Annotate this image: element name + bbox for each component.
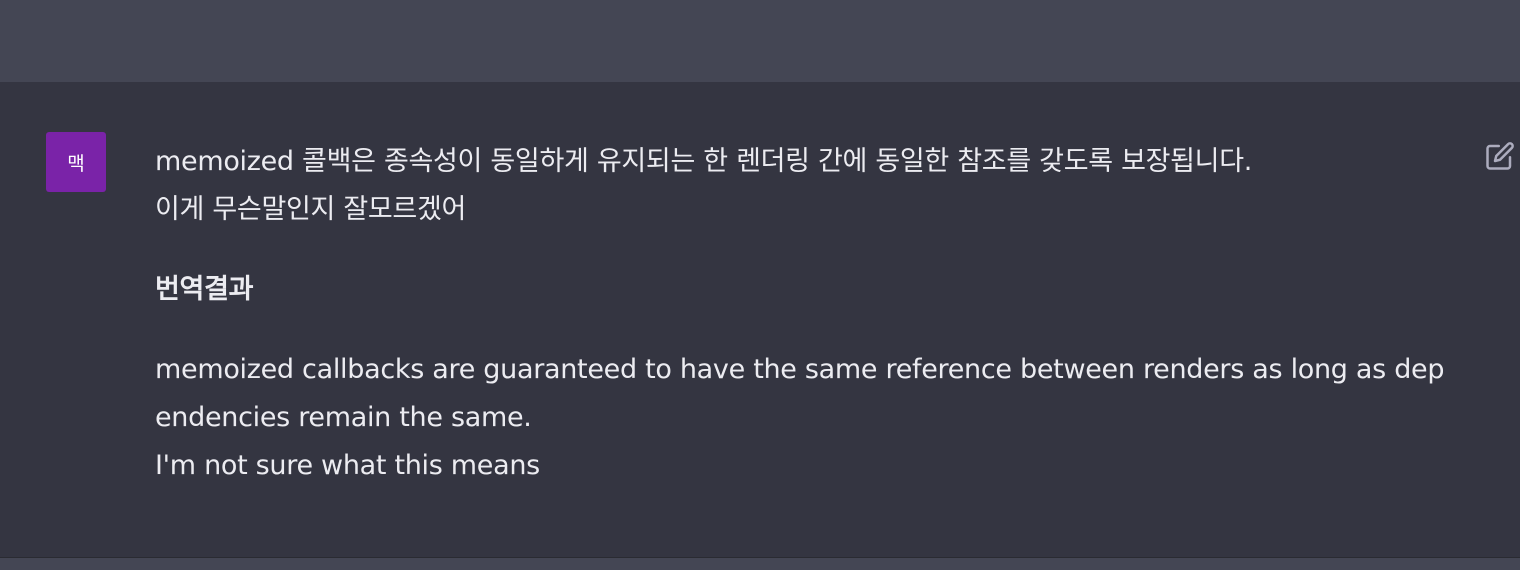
user-message-row: 맥 memoized 콜백은 종속성이 동일하게 유지되는 한 렌더링 간에 동… <box>0 82 1520 557</box>
bottom-band <box>0 557 1520 570</box>
edit-message-button[interactable] <box>1484 140 1516 172</box>
top-band <box>0 0 1520 82</box>
message-content: memoized 콜백은 종속성이 동일하게 유지되는 한 렌더링 간에 동일한… <box>155 138 1445 490</box>
original-line-2: 이게 무슨말인지 잘모르겠어 <box>155 194 467 225</box>
translation-line-2: I'm not sure what this means <box>155 450 540 481</box>
original-line-1: memoized 콜백은 종속성이 동일하게 유지되는 한 렌더링 간에 동일한… <box>155 146 1253 177</box>
user-avatar: 맥 <box>46 132 106 192</box>
avatar-initial: 맥 <box>67 152 85 175</box>
edit-icon <box>1486 142 1514 170</box>
translation-heading: 번역결과 <box>155 274 254 305</box>
translation-line-1: memoized callbacks are guaranteed to hav… <box>155 354 1445 433</box>
